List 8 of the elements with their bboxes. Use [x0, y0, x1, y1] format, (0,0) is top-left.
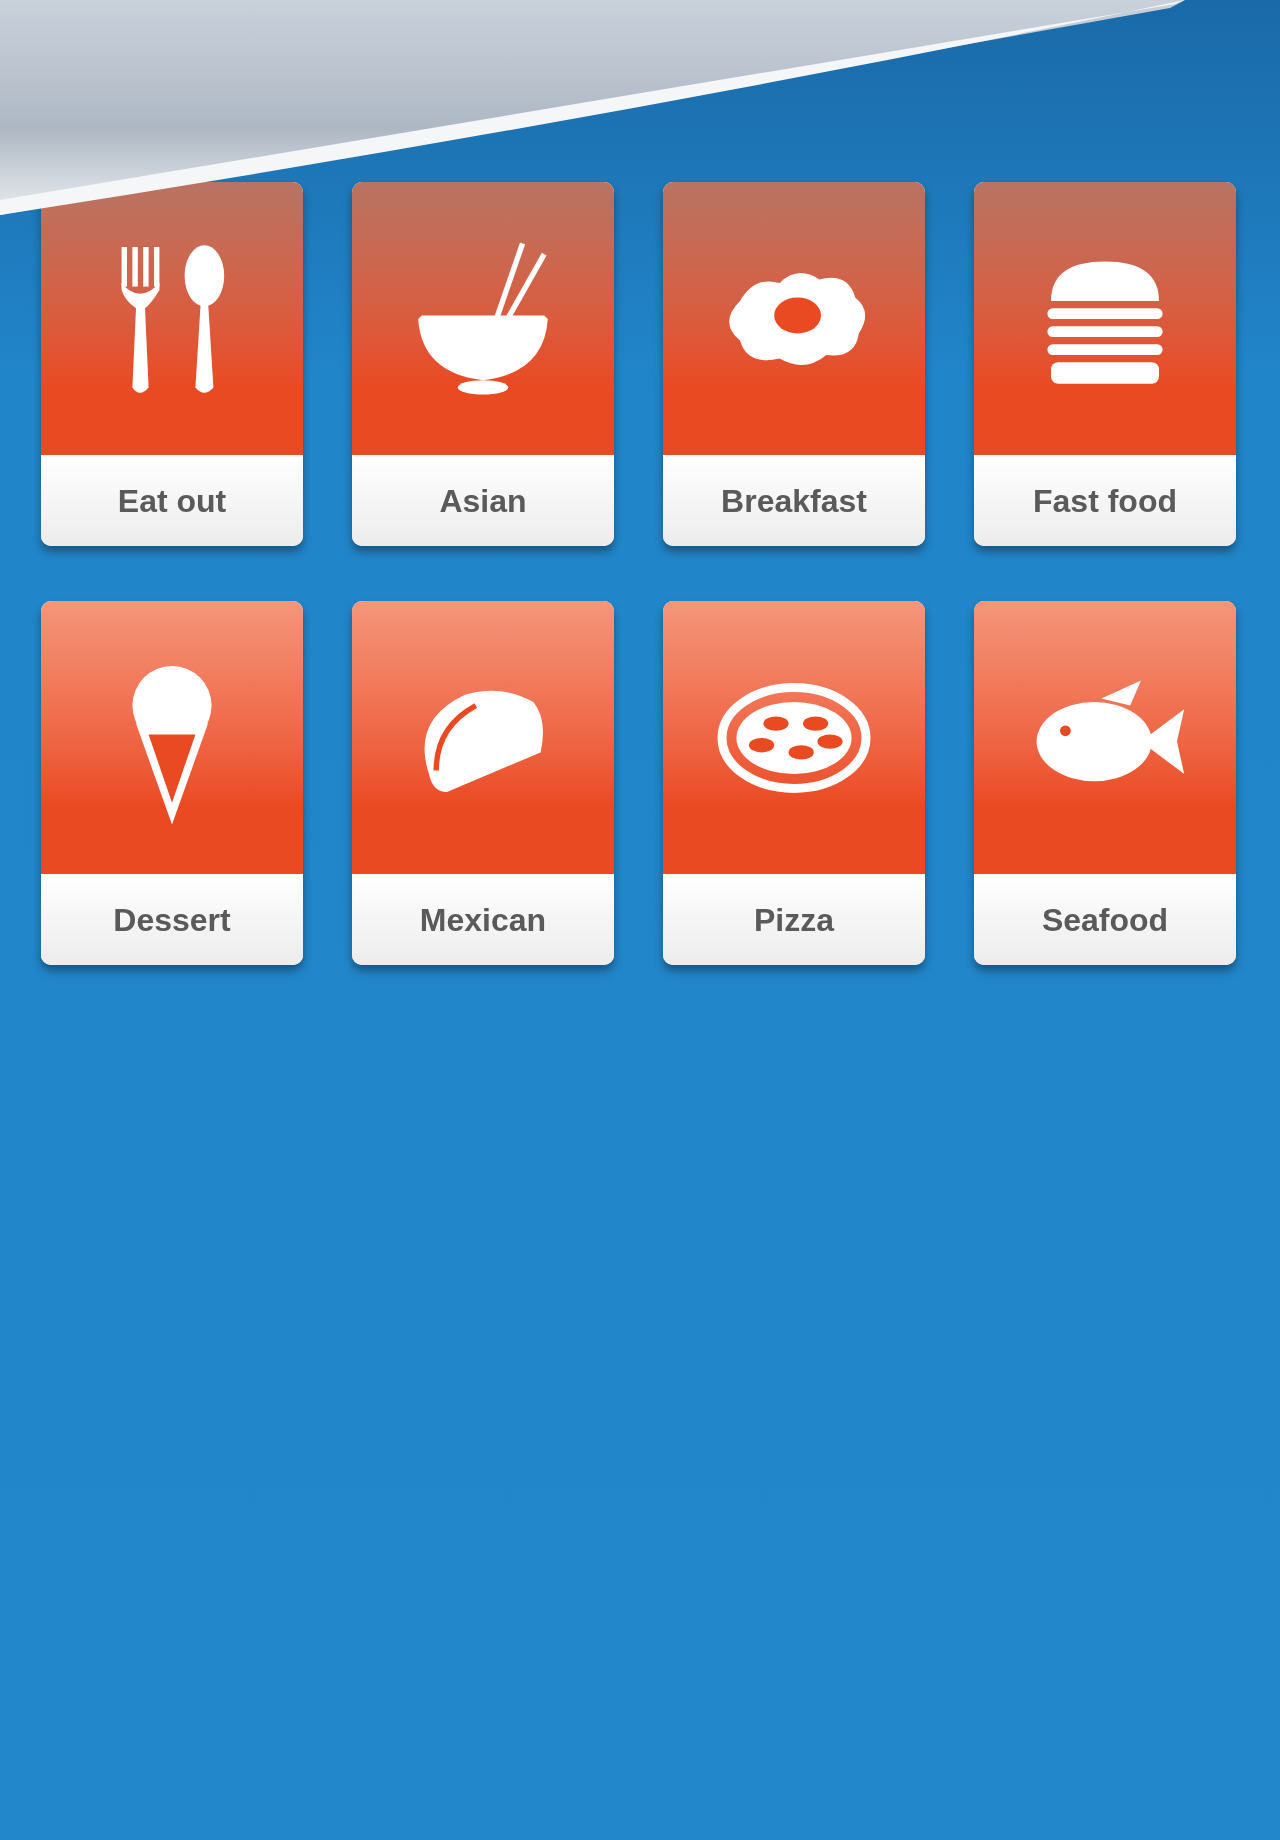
category-tile[interactable]: Eat out — [41, 182, 303, 546]
category-tile[interactable]: Breakfast — [663, 182, 925, 546]
category-tile[interactable]: Seafood — [974, 601, 1236, 965]
category-tile[interactable]: Fast food — [974, 182, 1236, 546]
category-tile[interactable]: Pizza — [663, 601, 925, 965]
category-tile[interactable]: Dessert — [41, 601, 303, 965]
category-tile[interactable]: Asian — [352, 182, 614, 546]
category-tile[interactable]: Mexican — [352, 601, 614, 965]
